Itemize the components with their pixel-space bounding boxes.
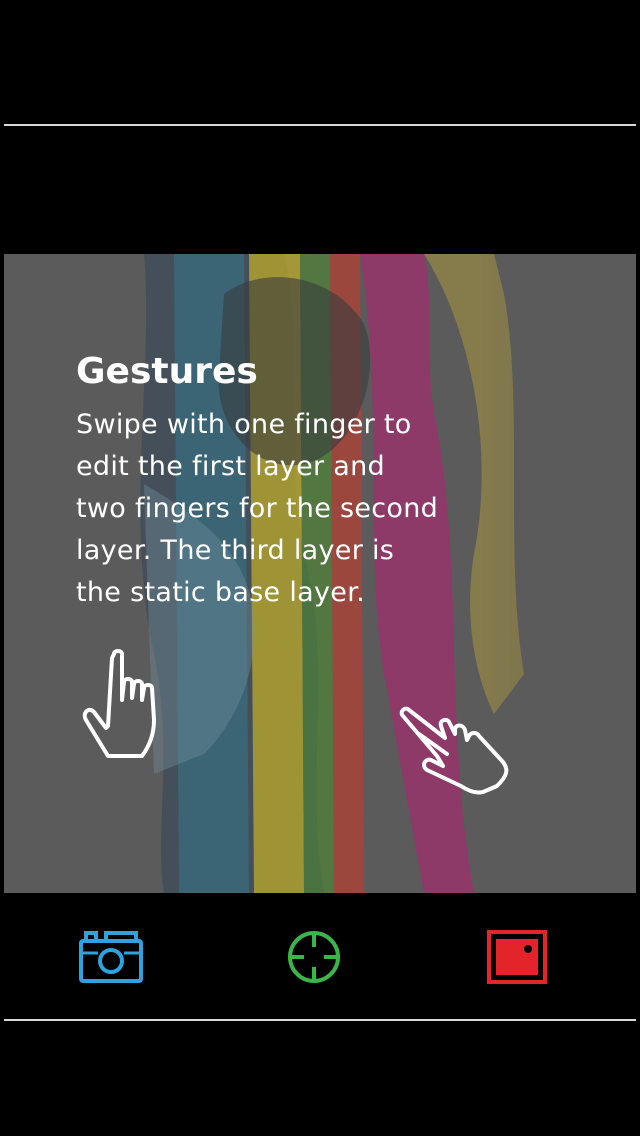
crosshair-icon [288,931,340,983]
one-finger-hand-icon [82,649,156,758]
tutorial-line: layer. The third layer is [76,535,395,566]
crosshair-button[interactable] [279,927,349,987]
gestures-tutorial: Gestures Swipe with one finger to edit t… [76,350,496,614]
tutorial-line: two fingers for the second [76,493,439,524]
layer-canvas[interactable]: Gestures Swipe with one finger to edit t… [4,254,636,893]
camera-button[interactable] [76,927,146,987]
tutorial-title: Gestures [76,351,258,392]
tutorial-line: the static base layer. [76,577,365,608]
tutorial-body: Swipe with one finger to edit the first … [76,404,496,614]
top-divider [4,124,636,126]
camera-icon [79,931,143,983]
frame-icon [487,930,547,984]
bottom-toolbar [0,895,640,1017]
two-finger-hand-icon [399,706,509,795]
frame-button[interactable] [482,927,552,987]
tutorial-line: edit the first layer and [76,451,385,482]
bottom-divider [4,1019,636,1021]
tutorial-line: Swipe with one finger to [76,409,412,440]
